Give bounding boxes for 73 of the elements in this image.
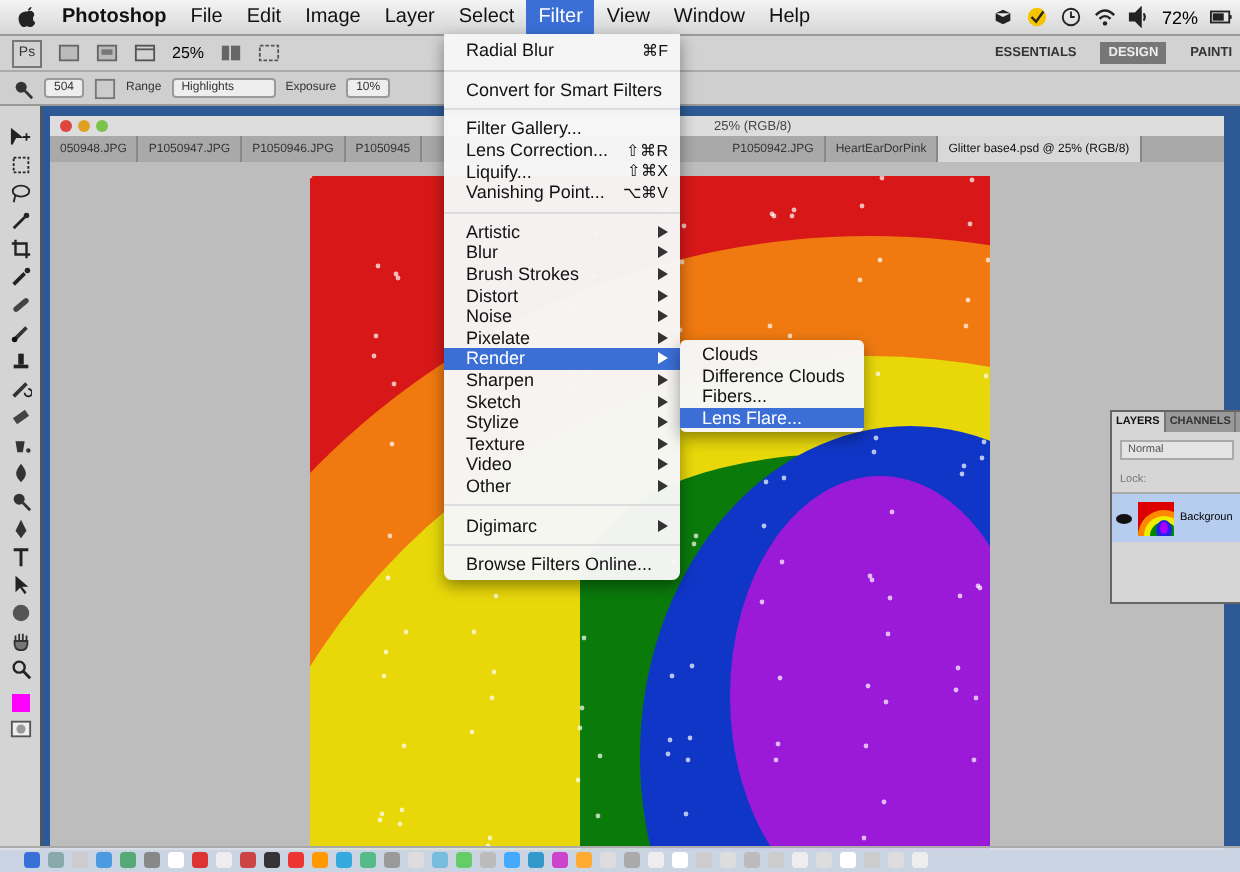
box-icon[interactable] [991, 6, 1014, 28]
menu-item[interactable]: Artistic [444, 221, 680, 243]
menu-item[interactable]: Digimarc [444, 514, 680, 536]
stamp-tool-icon[interactable] [9, 350, 31, 372]
battery-icon[interactable] [1210, 6, 1232, 28]
menu-bar-item[interactable]: Layer [372, 0, 447, 34]
menu-item[interactable]: Lens Correction... ⇧⌘R [444, 139, 680, 161]
zoom-tool-icon[interactable] [9, 658, 31, 680]
apple-icon[interactable] [16, 6, 38, 28]
menu-item[interactable]: Other [444, 475, 680, 497]
menu-item[interactable]: Pixelate [444, 327, 680, 349]
zoom-button[interactable] [96, 120, 108, 132]
menu-item[interactable]: Fibers... [680, 386, 864, 408]
eyedropper-tool-icon[interactable] [9, 266, 31, 288]
menu-bar-item[interactable]: Edit [234, 0, 294, 34]
menu-bar-item[interactable]: File [178, 0, 235, 34]
menu-item[interactable]: Brush Strokes [444, 263, 680, 285]
menu-item[interactable]: Convert for Smart Filters [444, 79, 680, 101]
brush-panel-icon[interactable] [94, 77, 117, 99]
brush-tool-icon[interactable] [9, 322, 31, 344]
battery-percent: 72% [1161, 7, 1198, 27]
eye-icon[interactable] [1116, 513, 1132, 523]
shape-tool-icon[interactable] [9, 602, 31, 624]
checkmark-icon[interactable] [1025, 6, 1048, 28]
menu-item[interactable]: Render [444, 348, 680, 370]
view-extras-icon[interactable] [134, 42, 156, 64]
minimize-button[interactable] [78, 120, 90, 132]
app-name-menu[interactable]: Photoshop [50, 0, 179, 34]
menu-item[interactable]: Filter Gallery... [444, 118, 680, 140]
menu-item[interactable]: Liquify... ⇧⌘X [444, 160, 680, 182]
close-button[interactable] [60, 120, 72, 132]
lasso-tool-icon[interactable] [9, 182, 31, 204]
arrange-documents-icon[interactable] [220, 42, 243, 64]
menu-bar-item[interactable]: Help [757, 0, 823, 34]
layer-thumbnail [1138, 501, 1174, 535]
history-tool-icon[interactable] [9, 378, 31, 400]
menu-bar-item[interactable]: Select [446, 0, 527, 34]
menu-item[interactable]: Radial Blur ⌘F [444, 40, 680, 62]
clock-icon[interactable] [1059, 6, 1082, 28]
dodge-tool-icon[interactable] [12, 77, 34, 99]
menu-item[interactable]: Texture [444, 433, 680, 455]
menu-item[interactable]: Distort [444, 284, 680, 306]
screen-mode-icon[interactable] [258, 42, 281, 64]
menu-item[interactable]: Stylize [444, 411, 680, 433]
foreground-color-swatch[interactable] [11, 694, 29, 712]
menu-item[interactable]: Vanishing Point... ⌥⌘V [444, 181, 680, 204]
menu-item[interactable]: Clouds [680, 344, 864, 366]
type-tool-icon[interactable] [9, 546, 31, 568]
menu-bar-item[interactable]: Window [661, 0, 757, 34]
menu-item[interactable]: Difference Clouds [680, 365, 864, 387]
menu-bar-item[interactable]: Filter [526, 0, 595, 34]
speaker-icon[interactable] [1127, 6, 1150, 28]
menu-item[interactable]: Blur [444, 242, 680, 264]
move-tool-icon[interactable] [9, 126, 31, 148]
zoom-level-dropdown[interactable]: 25% [172, 44, 205, 62]
menu-item[interactable]: Sketch [444, 390, 680, 412]
wand-tool-icon[interactable] [9, 210, 31, 232]
menu-item[interactable]: Browse Filters Online... [444, 553, 680, 575]
bridge-icon[interactable] [58, 42, 80, 64]
menu-bar-item[interactable]: View [594, 0, 662, 34]
menu-item[interactable]: Video [444, 454, 680, 476]
submenu-arrow-icon [658, 519, 668, 532]
hand-tool-icon[interactable] [9, 630, 31, 652]
marquee-tool-icon[interactable] [9, 154, 31, 176]
wifi-icon[interactable] [1093, 6, 1116, 28]
quick-mask-icon[interactable] [9, 718, 31, 740]
mini-bridge-icon[interactable] [96, 42, 118, 64]
menu-item[interactable]: Noise [444, 305, 680, 328]
menu-bar-item[interactable]: Image [293, 0, 373, 34]
menu-item[interactable]: Sharpen [444, 369, 680, 391]
menu-item[interactable]: Lens Flare... [680, 407, 864, 429]
dodge-tool-icon[interactable] [9, 490, 31, 512]
crop-tool-icon[interactable] [9, 238, 31, 260]
